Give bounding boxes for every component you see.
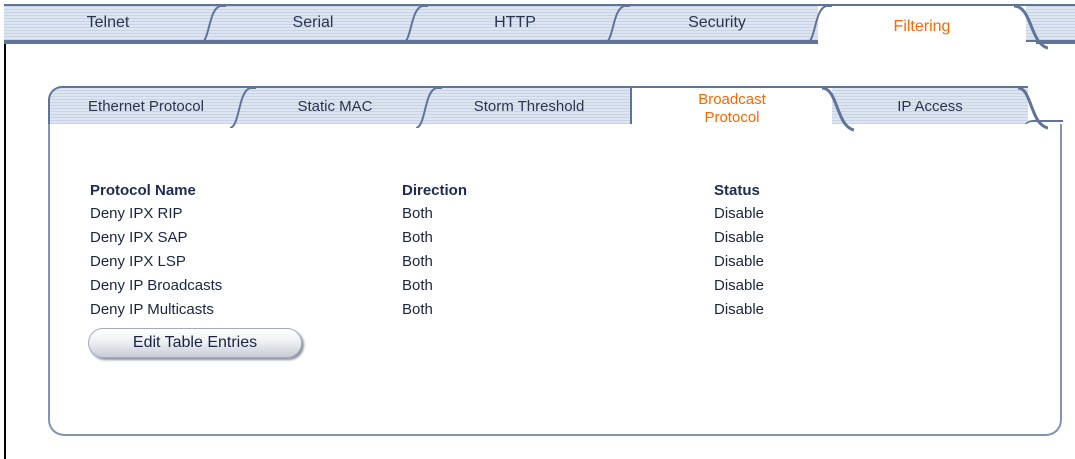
- tab-curl: [822, 86, 854, 132]
- tab-telnet-label: Telnet: [86, 14, 130, 31]
- subtab-storm-threshold-label: Storm Threshold: [473, 97, 585, 115]
- subtab-static-mac-label: Static MAC: [297, 97, 373, 115]
- tab-security-label: Security: [688, 14, 746, 31]
- tab-security[interactable]: Security: [616, 4, 832, 44]
- column-status: Status Disable Disable Disable Disable D…: [714, 180, 914, 322]
- subtab-ethernet-protocol[interactable]: Ethernet Protocol: [48, 86, 256, 128]
- tab-divider: [604, 5, 630, 44]
- subtab-ip-access-label: IP Access: [897, 97, 963, 115]
- cell-direction: Both: [402, 205, 433, 222]
- cell-protocol-name: Deny IPX LSP: [90, 253, 186, 270]
- cell-status: Disable: [714, 277, 765, 294]
- top-tab-bar: Telnet Serial HTTP Security Filtering: [4, 4, 1075, 50]
- cell-protocol-name: Deny IP Multicasts: [90, 301, 214, 318]
- tab-http-label: HTTP: [494, 14, 536, 31]
- tab-http[interactable]: HTTP: [414, 4, 630, 44]
- cell-protocol-name: Deny IPX SAP: [90, 229, 188, 246]
- tab-curl: [1018, 86, 1048, 130]
- tab-curl: [1014, 4, 1048, 50]
- cell-status: Disable: [714, 301, 765, 318]
- cell-protocol-name: Deny IP Broadcasts: [90, 277, 223, 294]
- tab-divider: [416, 87, 442, 128]
- subtab-broadcast-protocol-label: Broadcast Protocol: [698, 91, 766, 126]
- sub-tab-bar: Ethernet Protocol Static MAC Storm Thres…: [48, 86, 1063, 132]
- cell-direction: Both: [402, 301, 433, 318]
- cell-status: Disable: [714, 229, 765, 246]
- cell-status: Disable: [714, 253, 765, 270]
- cell-direction: Both: [402, 253, 433, 270]
- subtab-ip-access[interactable]: IP Access: [832, 86, 1048, 130]
- tab-filtering[interactable]: Filtering: [818, 4, 1048, 50]
- cell-protocol-name: Deny IPX RIP: [90, 205, 183, 222]
- cell-status: Disable: [714, 205, 765, 222]
- header-direction: Direction: [402, 182, 468, 199]
- column-protocol-name: Protocol Name Deny IPX RIP Deny IPX SAP …: [90, 180, 390, 322]
- tab-divider: [200, 5, 226, 44]
- subtab-ethernet-protocol-label: Ethernet Protocol: [88, 97, 204, 115]
- tab-serial-label: Serial: [292, 14, 334, 31]
- tab-telnet[interactable]: Telnet: [4, 4, 226, 44]
- subtab-static-mac[interactable]: Static MAC: [242, 86, 442, 128]
- tab-divider: [806, 5, 832, 44]
- cell-direction: Both: [402, 229, 433, 246]
- header-status: Status: [714, 182, 760, 199]
- tab-serial[interactable]: Serial: [212, 4, 428, 44]
- tab-filtering-label: Filtering: [893, 18, 951, 35]
- filtering-page: Telnet Serial HTTP Security Filtering Et…: [0, 0, 1075, 459]
- tab-divider: [230, 87, 256, 128]
- subtab-storm-threshold[interactable]: Storm Threshold: [428, 86, 630, 126]
- edit-table-entries-button[interactable]: Edit Table Entries: [88, 328, 302, 358]
- left-border: [4, 44, 6, 459]
- column-direction: Direction Both Both Both Both Both: [402, 180, 702, 322]
- tab-divider: [402, 5, 428, 44]
- cell-direction: Both: [402, 277, 433, 294]
- header-protocol-name: Protocol Name: [90, 182, 196, 199]
